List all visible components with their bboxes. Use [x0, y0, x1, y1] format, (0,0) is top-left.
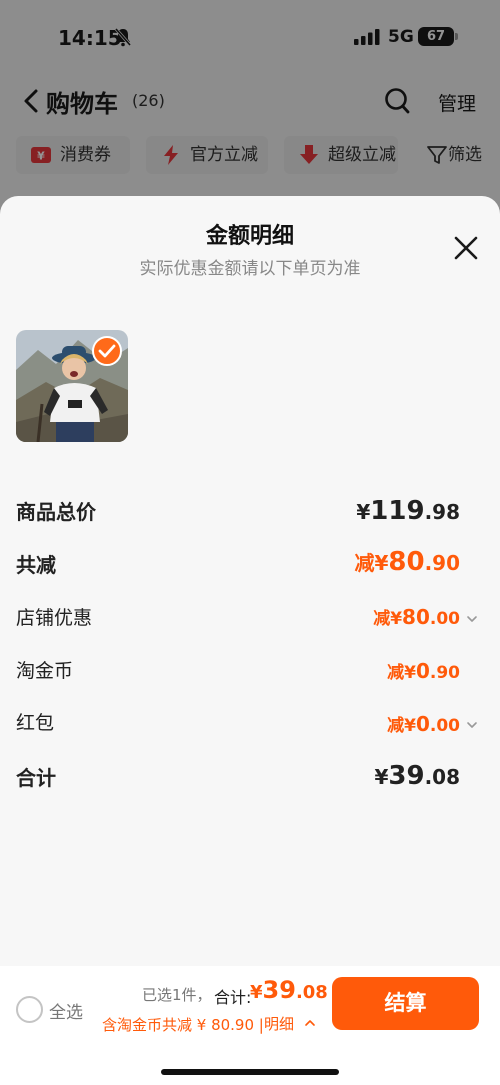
total-discount-label: 共减	[16, 553, 56, 577]
selected-count-text: 已选1件，	[142, 986, 212, 1004]
discount-prefix: 减	[373, 609, 391, 629]
discount-prefix: 减	[354, 551, 375, 575]
subtotal-amount: ¥119.98	[356, 496, 460, 526]
subtotal-label: 商品总价	[16, 500, 96, 524]
red-packet-label: 红包	[16, 712, 55, 734]
amount-decimal: .90	[424, 551, 460, 575]
amount-integer: 80	[402, 605, 430, 629]
select-all-label[interactable]: 全选	[49, 998, 83, 1023]
red-packet-amount[interactable]: 减¥0.00	[387, 711, 460, 736]
currency-symbol: ¥	[374, 551, 389, 575]
total-label: 合计:	[214, 988, 252, 1007]
amount-integer: 80	[388, 547, 425, 577]
chevron-down-icon[interactable]	[466, 614, 478, 624]
footer-total-amount: ¥39.08	[250, 976, 328, 1004]
chevron-up-icon[interactable]	[304, 1018, 316, 1027]
grand-total-label: 合计	[16, 766, 56, 790]
detail-link[interactable]: 明细	[264, 1013, 294, 1034]
checkout-bar: 全选 已选1件， 合计: ¥39.08 含淘金币共减 ¥ 80.90 | 明细 …	[0, 966, 500, 1085]
grand-total-amount: ¥39.08	[374, 761, 460, 791]
amount-integer: 0	[415, 712, 430, 736]
store-discount-label: 店铺优惠	[16, 607, 93, 629]
amount-decimal: .08	[295, 982, 328, 1003]
currency-symbol: ¥	[404, 716, 416, 736]
amount-integer: 0	[415, 659, 430, 683]
amount-integer: 39	[262, 976, 296, 1004]
checkout-button[interactable]: 结算	[332, 977, 479, 1030]
amount-integer: 39	[388, 761, 425, 791]
amount-decimal: .00	[429, 716, 460, 736]
amount-integer: 119	[370, 496, 425, 526]
chevron-down-icon[interactable]	[466, 720, 478, 730]
currency-symbol: ¥	[390, 609, 403, 629]
taojinbi-amount: 减¥0.90	[387, 658, 460, 683]
currency-symbol: ¥	[356, 500, 371, 524]
discount-prefix: 减	[387, 716, 405, 736]
product-check-icon[interactable]	[92, 336, 122, 366]
amount-decimal: .00	[429, 609, 460, 629]
store-discount-amount[interactable]: 减¥80.00	[373, 604, 460, 629]
amount-decimal: .90	[429, 663, 460, 683]
close-icon[interactable]	[452, 234, 480, 262]
amount-decimal: .98	[424, 500, 460, 524]
checkmark-icon	[98, 344, 116, 358]
currency-symbol: ¥	[404, 663, 416, 683]
discount-prefix: 减	[387, 663, 405, 683]
total-discount-amount: 减¥80.90	[354, 547, 460, 577]
amount-decimal: .08	[424, 765, 460, 789]
currency-symbol: ¥	[250, 982, 263, 1003]
sheet-subtitle: 实际优惠金额请以下单页为准	[139, 259, 361, 279]
select-all-radio[interactable]	[16, 996, 43, 1023]
sheet-title: 金额明细	[205, 224, 294, 249]
discount-note: 含淘金币共减 ¥ 80.90 |	[102, 1016, 264, 1034]
taojinbi-label: 淘金币	[16, 660, 74, 682]
home-indicator	[161, 1069, 339, 1075]
currency-symbol: ¥	[374, 765, 389, 789]
amount-detail-sheet: 金额明细 实际优惠金额请以下单页为准 商品总价 ¥119.98 共减 减¥80.…	[0, 196, 500, 1085]
